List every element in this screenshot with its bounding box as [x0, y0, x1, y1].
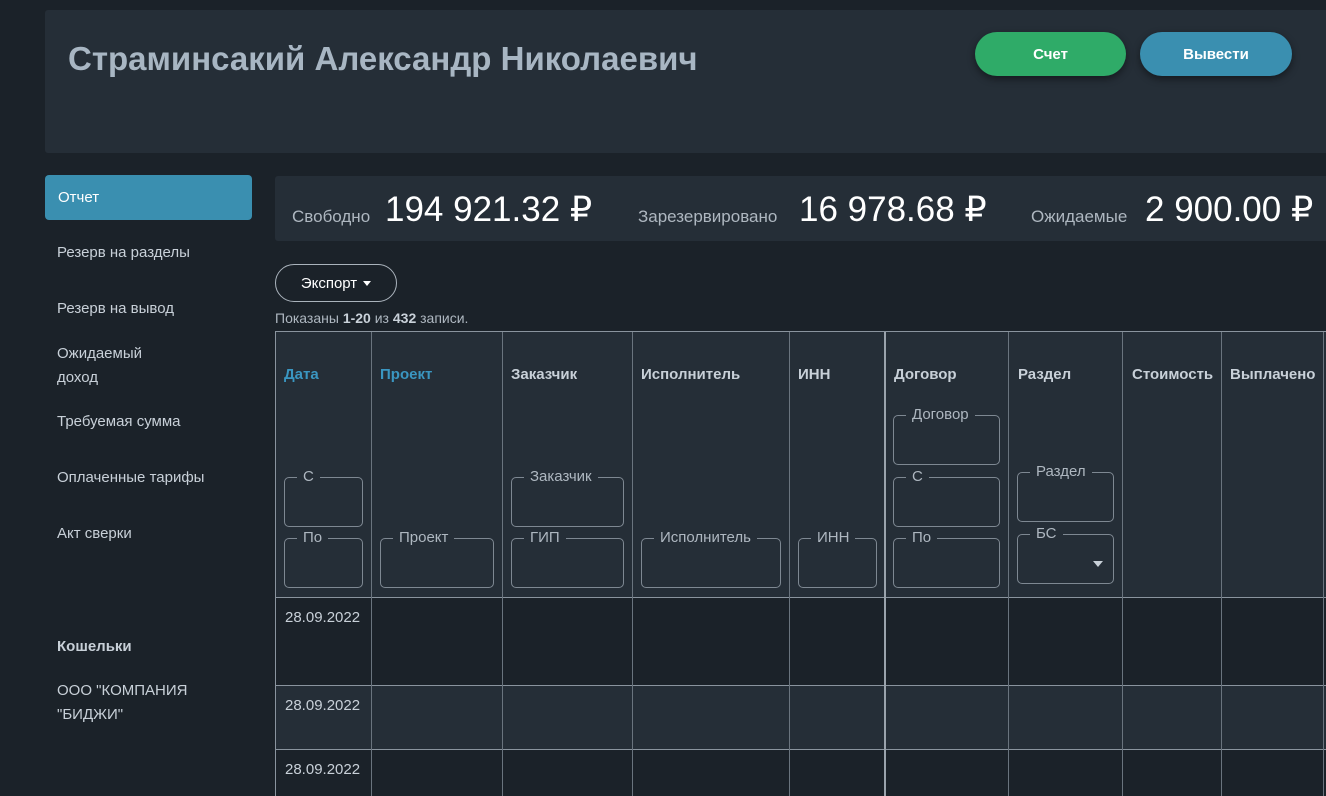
account-button[interactable]: Счет	[975, 32, 1126, 76]
filter-label: БС	[1030, 525, 1063, 542]
table-row[interactable]: 28.09.2022	[276, 685, 1326, 749]
column-divider	[1122, 332, 1123, 796]
column-divider	[1323, 332, 1324, 796]
sidebar-item-label: доход	[57, 369, 99, 386]
column-divider	[632, 332, 633, 796]
date-to-filter[interactable]: По	[284, 529, 363, 588]
cell-date: 28.09.2022	[285, 697, 361, 714]
summary-middle: из	[370, 310, 393, 326]
column-divider	[789, 332, 790, 796]
sidebar-item-reconciliation[interactable]: Акт сверки	[45, 522, 132, 546]
free-label: Свободно	[292, 207, 371, 226]
wallet-label: ООО "КОМПАНИЯ	[57, 682, 188, 699]
export-dropdown-button[interactable]: Экспорт	[275, 264, 397, 302]
report-table: Дата Проект Заказчик Исполнитель ИНН Дог…	[275, 331, 1326, 796]
filter-label: С	[906, 468, 929, 485]
filter-label: Заказчик	[524, 468, 598, 485]
column-header-inn: ИНН	[798, 366, 831, 383]
date-from-filter[interactable]: С	[284, 468, 363, 527]
wallet-item[interactable]: ООО "КОМПАНИЯ "БИДЖИ"	[45, 679, 187, 727]
inn-filter[interactable]: ИНН	[798, 529, 877, 588]
filter-label: ГИП	[524, 529, 566, 546]
column-header-section: Раздел	[1018, 366, 1072, 383]
column-header-project[interactable]: Проект	[380, 366, 432, 383]
gip-filter[interactable]: ГИП	[511, 529, 624, 588]
bs-select[interactable]: БС	[1017, 525, 1114, 584]
expected-label: Ожидаемые	[1031, 207, 1128, 226]
page-title: Страминсакий Александр Николаевич	[68, 40, 698, 77]
customer-filter[interactable]: Заказчик	[511, 468, 624, 527]
summary-range: 1-20	[342, 310, 371, 326]
contract-date-from-filter[interactable]: С	[893, 468, 1000, 527]
column-divider	[371, 332, 372, 796]
caret-down-icon	[363, 280, 372, 286]
reserved-value: 16 978.68 ₽	[799, 190, 987, 229]
filter-label: По	[906, 529, 938, 546]
sidebar-item-expected-income[interactable]: Ожидаемый доход	[45, 342, 142, 390]
wallet-label: "БИДЖИ"	[57, 706, 124, 723]
column-header-customer: Заказчик	[511, 366, 578, 383]
records-summary: Показаны 1-20 из 432 записи.	[275, 310, 468, 326]
column-header-date[interactable]: Дата	[284, 366, 319, 383]
table-row[interactable]: 28.09.2022	[276, 749, 1326, 796]
export-label: Экспорт	[300, 274, 358, 292]
column-header-executor: Исполнитель	[641, 366, 741, 383]
filter-label: Договор	[906, 406, 975, 423]
column-divider	[1221, 332, 1222, 796]
contract-filter[interactable]: Договор	[893, 406, 1000, 465]
cell-date: 28.09.2022	[285, 609, 361, 626]
expected-value: 2 900.00 ₽	[1145, 190, 1314, 229]
filter-label: ИНН	[811, 529, 856, 546]
filter-label: Исполнитель	[654, 529, 757, 546]
sidebar-item-section-reserve[interactable]: Резерв на разделы	[45, 241, 190, 265]
balance-bar: Свободно 194 921.32 ₽ Зарезервировано 16…	[275, 176, 1326, 241]
executor-filter[interactable]: Исполнитель	[641, 529, 781, 588]
column-divider	[502, 332, 503, 796]
cell-date: 28.09.2022	[285, 761, 361, 778]
column-header-paid: Выплачено	[1230, 366, 1316, 383]
sidebar-item-paid-tariffs[interactable]: Оплаченные тарифы	[45, 466, 204, 490]
page-header: Страминсакий Александр Николаевич Счет В…	[45, 10, 1326, 153]
column-divider	[884, 332, 886, 796]
caret-down-icon	[1093, 561, 1103, 567]
filter-label: По	[297, 529, 329, 546]
table-header: Дата Проект Заказчик Исполнитель ИНН Дог…	[276, 332, 1326, 597]
summary-prefix: Показаны	[275, 310, 343, 326]
sidebar-item-report[interactable]: Отчет	[45, 175, 252, 220]
summary-total: 432	[392, 310, 417, 326]
table-row[interactable]: 28.09.2022	[276, 597, 1326, 685]
section-filter[interactable]: Раздел	[1017, 463, 1114, 522]
filter-label: С	[297, 468, 320, 485]
column-header-contract: Договор	[894, 366, 957, 383]
reserved-label: Зарезервировано	[638, 207, 778, 226]
wallets-heading: Кошельки	[57, 638, 132, 655]
column-divider	[1008, 332, 1009, 796]
free-value: 194 921.32 ₽	[385, 190, 593, 229]
column-header-cost: Стоимость	[1132, 366, 1214, 383]
sidebar-item-required-sum[interactable]: Требуемая сумма	[45, 410, 181, 434]
filter-label: Раздел	[1030, 463, 1092, 480]
filter-label: Проект	[393, 529, 455, 546]
withdraw-button[interactable]: Вывести	[1140, 32, 1292, 76]
summary-suffix: записи.	[416, 310, 469, 326]
sidebar-item-label: Ожидаемый	[57, 345, 142, 362]
contract-date-to-filter[interactable]: По	[893, 529, 1000, 588]
project-filter[interactable]: Проект	[380, 529, 494, 588]
sidebar-item-withdraw-reserve[interactable]: Резерв на вывод	[45, 297, 174, 321]
